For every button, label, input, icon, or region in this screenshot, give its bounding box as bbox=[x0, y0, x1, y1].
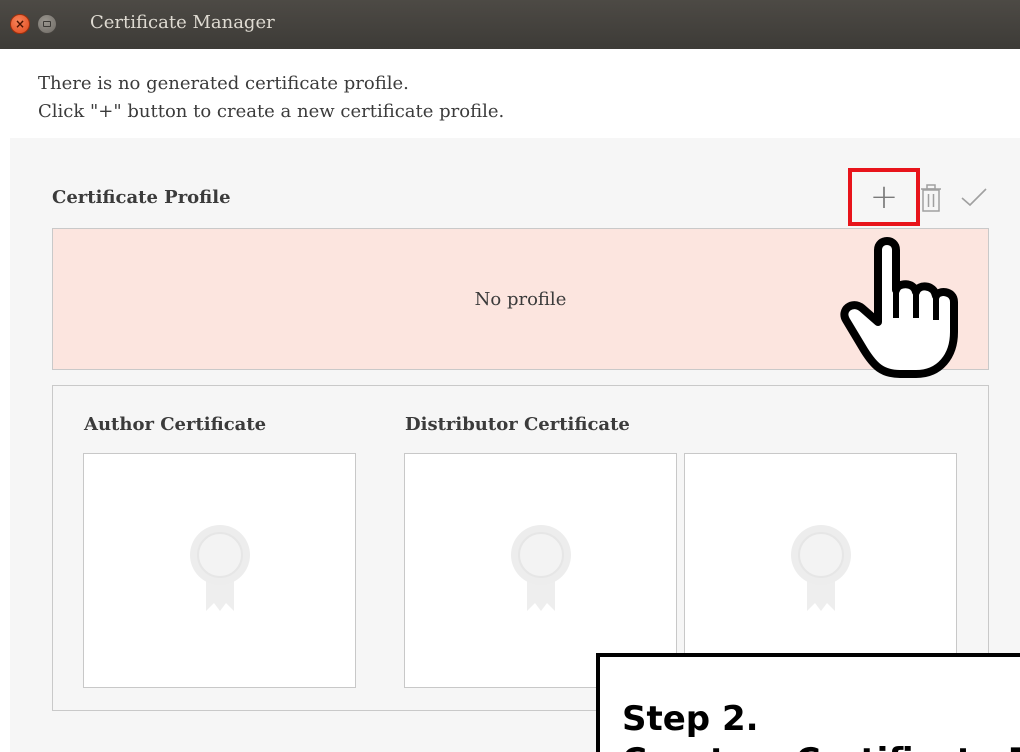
intro-line-2: Click "+" button to create a new certifi… bbox=[38, 101, 505, 122]
intro-line-1: There is no generated certificate profil… bbox=[38, 73, 409, 94]
distributor-certificate-heading: Distributor Certificate bbox=[405, 414, 630, 435]
callout-description: Create a Certificate Profile bbox=[622, 741, 1020, 752]
confirm-profile-button[interactable] bbox=[958, 180, 990, 214]
trash-icon bbox=[921, 184, 941, 212]
author-certificate-heading: Author Certificate bbox=[84, 414, 267, 435]
close-icon: × bbox=[14, 17, 26, 31]
checkmark-icon bbox=[961, 188, 987, 207]
certificate-badge-icon bbox=[510, 524, 571, 611]
empty-profile-message: No profile bbox=[474, 288, 567, 310]
pointing-hand-icon bbox=[840, 237, 958, 378]
plus-icon: + bbox=[869, 177, 899, 217]
close-button[interactable]: × bbox=[10, 14, 30, 34]
callout-step-number: Step 2. bbox=[622, 699, 759, 739]
step-callout: Step 2. Create a Certificate Profile bbox=[596, 653, 1020, 752]
title-bar: × Certificate Manager bbox=[0, 0, 1020, 49]
author-certificate-card[interactable] bbox=[83, 453, 356, 688]
minimize-icon bbox=[43, 21, 51, 27]
certificate-badge-icon bbox=[189, 524, 250, 611]
delete-profile-button[interactable] bbox=[918, 182, 944, 214]
certificate-badge-icon bbox=[790, 524, 851, 611]
profile-section-title: Certificate Profile bbox=[52, 187, 231, 208]
minimize-button[interactable] bbox=[37, 14, 57, 34]
window-title: Certificate Manager bbox=[90, 12, 275, 33]
intro-message: There is no generated certificate profil… bbox=[38, 70, 504, 126]
add-profile-button[interactable]: + bbox=[848, 168, 920, 226]
